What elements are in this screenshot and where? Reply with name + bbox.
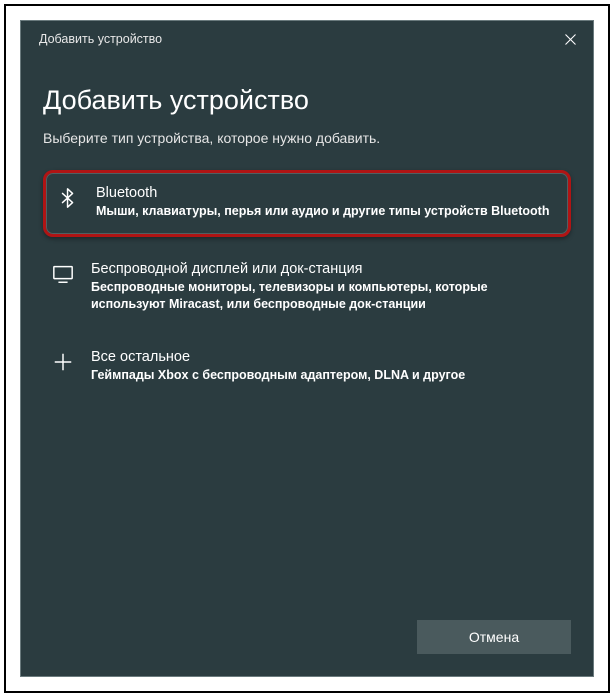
option-desc: Мыши, клавиатуры, перья или аудио и друг… xyxy=(96,203,558,220)
add-device-dialog: Добавить устройство Добавить устройство … xyxy=(20,20,594,677)
option-text: Беспроводной дисплей или док-станция Бес… xyxy=(91,261,561,313)
close-button[interactable] xyxy=(547,21,593,57)
dialog-content: Добавить устройство Выберите тип устройс… xyxy=(21,57,593,396)
option-text: Bluetooth Мыши, клавиатуры, перья или ау… xyxy=(96,185,558,220)
option-wireless-display[interactable]: Беспроводной дисплей или док-станция Бес… xyxy=(43,251,571,325)
option-title: Беспроводной дисплей или док-станция xyxy=(91,261,561,277)
titlebar-title: Добавить устройство xyxy=(39,32,162,46)
option-desc: Беспроводные мониторы, телевизоры и комп… xyxy=(91,279,561,313)
dialog-footer: Отмена xyxy=(417,620,571,654)
device-type-list: Bluetooth Мыши, клавиатуры, перья или ау… xyxy=(43,170,571,396)
close-icon xyxy=(565,34,576,45)
option-title: Bluetooth xyxy=(96,185,558,201)
cancel-button[interactable]: Отмена xyxy=(417,620,571,654)
titlebar: Добавить устройство xyxy=(21,21,593,57)
option-title: Все остальное xyxy=(91,349,561,365)
option-bluetooth[interactable]: Bluetooth Мыши, клавиатуры, перья или ау… xyxy=(43,170,571,237)
page-title: Добавить устройство xyxy=(43,85,571,116)
bluetooth-icon xyxy=(56,185,80,209)
display-icon xyxy=(51,261,75,285)
option-everything-else[interactable]: Все остальное Геймпады Xbox с беспроводн… xyxy=(43,339,571,396)
page-subtitle: Выберите тип устройства, которое нужно д… xyxy=(43,130,571,146)
option-desc: Геймпады Xbox с беспроводным адаптером, … xyxy=(91,367,561,384)
plus-icon xyxy=(51,349,75,373)
option-text: Все остальное Геймпады Xbox с беспроводн… xyxy=(91,349,561,384)
